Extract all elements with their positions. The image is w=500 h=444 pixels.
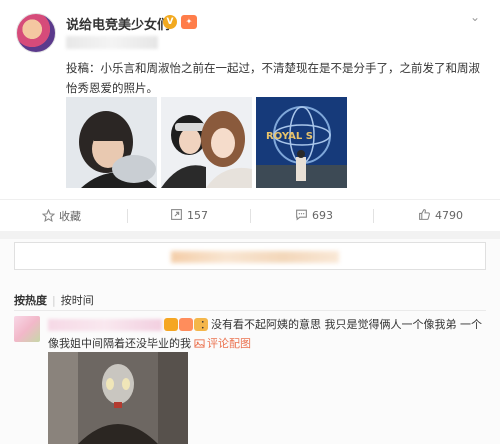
level-badge-icon: ✦ — [181, 15, 197, 29]
author-name[interactable]: 说给电竞美少女们 — [66, 14, 170, 33]
comment-input-blurred — [171, 251, 339, 263]
post-text: 投稿：小乐言和周淑怡之前在一起过，不清楚现在是不是分手了，之前发了和周淑怡秀恩爱… — [66, 61, 480, 95]
globe-sign-text: ROYAL S — [266, 131, 313, 142]
image-icon — [194, 339, 205, 348]
comment-image-link[interactable]: 评论配图 — [191, 337, 251, 350]
repost-icon — [171, 209, 182, 220]
author-avatar[interactable] — [16, 13, 56, 53]
sort-separator: | — [52, 294, 56, 307]
comment-image-link-label: 评论配图 — [207, 337, 251, 350]
repost-count: 157 — [187, 209, 208, 222]
commenter-avatar[interactable] — [14, 316, 40, 342]
divider — [373, 209, 374, 223]
like-count: 4790 — [435, 209, 463, 222]
repost-button[interactable]: 157 — [170, 208, 208, 222]
comment-count: 693 — [312, 209, 333, 222]
thumbs-up-icon — [419, 209, 430, 220]
post-meta-blurred — [66, 36, 158, 49]
comment-button[interactable]: 693 — [295, 208, 333, 222]
comment-body: ：没有看不起阿姨的意思 我只是觉得俩人一个像我弟 一个像我姐中间隔着还没毕业的我 — [48, 318, 482, 350]
favorite-label: 收藏 — [59, 210, 81, 223]
post-image[interactable] — [66, 97, 157, 188]
divider — [127, 209, 128, 223]
star-icon — [41, 208, 56, 223]
post-action-bar: 收藏 157 693 4790 — [0, 199, 500, 231]
divider — [14, 310, 486, 311]
comment-sort: 按热度 | 按时间 — [14, 292, 94, 308]
like-button[interactable]: 4790 — [418, 208, 463, 222]
post-image[interactable] — [161, 97, 252, 188]
section-gap — [0, 231, 500, 239]
comment-icon — [296, 209, 307, 221]
divider — [250, 209, 251, 223]
sort-by-hot-tab[interactable]: 按热度 — [14, 294, 47, 307]
verified-badge-icon: V — [163, 15, 177, 29]
favorite-button[interactable]: 收藏 — [41, 208, 81, 224]
sort-by-time-tab[interactable]: 按时间 — [61, 294, 94, 307]
comment-image[interactable] — [48, 352, 188, 444]
weibo-post: 说给电竞美少女们 V ✦ ⌄ 投稿：小乐言和周淑怡之前在一起过，不清楚现在是不是… — [0, 0, 500, 232]
comment-input[interactable] — [14, 242, 486, 270]
post-image[interactable]: ROYAL S — [256, 97, 347, 188]
chevron-down-icon[interactable]: ⌄ — [470, 10, 480, 24]
comment-text: ：没有看不起阿姨的意思 我只是觉得俩人一个像我弟 一个像我姐中间隔着还没毕业的我… — [48, 315, 488, 353]
